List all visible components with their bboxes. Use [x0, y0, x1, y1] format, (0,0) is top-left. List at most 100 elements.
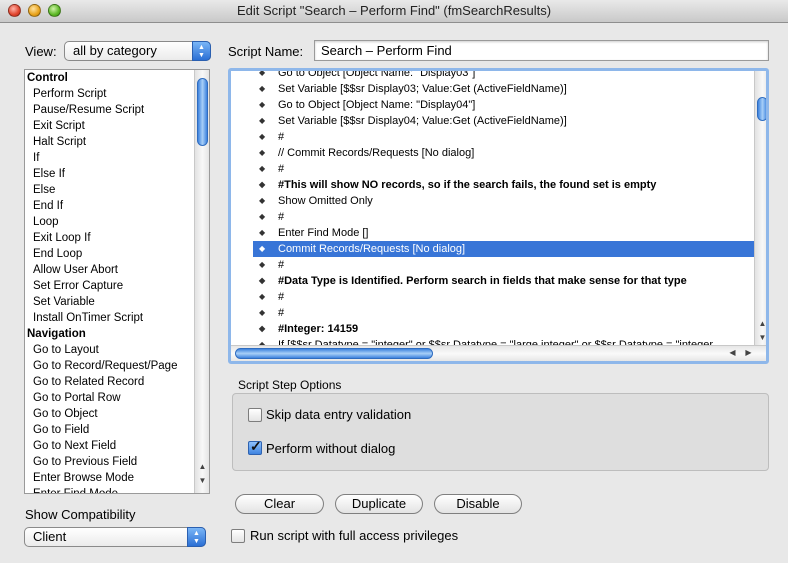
perform-without-dialog-checkbox[interactable]: ✓: [248, 438, 262, 455]
skip-validation-label[interactable]: Skip data entry validation: [266, 407, 411, 422]
scroll-right-icon[interactable]: ▶: [741, 348, 756, 357]
script-line[interactable]: ◆ Set Variable [$$sr Display03; Value:Get…: [253, 81, 754, 97]
script-line[interactable]: ◆ #: [253, 305, 754, 321]
script-name-input[interactable]: Search – Perform Find: [314, 40, 769, 61]
steps-list-scroll-thumb[interactable]: [197, 78, 208, 146]
drag-handle-icon[interactable]: ◆: [259, 71, 265, 81]
step-list-item[interactable]: Perform Script: [25, 86, 209, 102]
step-list-item[interactable]: Enter Browse Mode: [25, 470, 209, 486]
step-list-item[interactable]: Exit Script: [25, 118, 209, 134]
step-list-item[interactable]: Go to Next Field: [25, 438, 209, 454]
script-lines: ◆ Go to Object [Object Name: "Display03"]…: [253, 71, 754, 353]
script-line[interactable]: ◆ #Integer: 14159: [253, 321, 754, 337]
view-popup-value: all by category: [73, 43, 157, 58]
script-line[interactable]: ◆ #This will show NO records, so if the s…: [253, 177, 754, 193]
step-list-item[interactable]: Else: [25, 182, 209, 198]
script-line[interactable]: ◆ Set Variable [$$sr Display04; Value:Get…: [253, 113, 754, 129]
script-line[interactable]: ◆ #: [253, 161, 754, 177]
script-line[interactable]: ◆ #: [253, 209, 754, 225]
scroll-left-icon[interactable]: ◀: [725, 348, 740, 357]
drag-handle-icon[interactable]: ◆: [259, 81, 265, 97]
step-list-item[interactable]: Go to Layout: [25, 342, 209, 358]
drag-handle-icon[interactable]: ◆: [259, 97, 265, 113]
full-access-checkbox[interactable]: [231, 529, 245, 543]
script-line-text: #: [278, 131, 285, 143]
title-bar: Edit Script "Search – Perform Find" (fmS…: [0, 0, 788, 23]
drag-handle-icon[interactable]: ◆: [259, 177, 265, 193]
step-list-item[interactable]: Allow User Abort: [25, 262, 209, 278]
drag-handle-icon[interactable]: ◆: [259, 289, 265, 305]
compatibility-popup[interactable]: Client ▲ ▼: [24, 527, 206, 547]
step-list-item[interactable]: Go to Record/Request/Page: [25, 358, 209, 374]
drag-handle-icon[interactable]: ◆: [259, 209, 265, 225]
scroll-down-icon[interactable]: ▼: [195, 476, 209, 485]
full-access-label[interactable]: Run script with full access privileges: [250, 528, 458, 543]
script-line[interactable]: ◆ #Data Type is Identified. Perform searc…: [253, 273, 754, 289]
step-category[interactable]: Control: [25, 70, 209, 86]
step-list-item[interactable]: Loop: [25, 214, 209, 230]
view-popup[interactable]: all by category ▲ ▼: [64, 41, 211, 61]
script-editor-hscrollbar[interactable]: ◀ ▶: [231, 345, 766, 361]
step-list-item[interactable]: Enter Find Mode: [25, 486, 209, 493]
step-list-item[interactable]: Go to Object: [25, 406, 209, 422]
script-line-text: Set Variable [$$sr Display03; Value:Get …: [278, 83, 567, 95]
scroll-down-icon[interactable]: ▼: [755, 333, 766, 342]
clear-button[interactable]: Clear: [235, 494, 324, 514]
drag-handle-icon[interactable]: ◆: [259, 113, 265, 129]
duplicate-button[interactable]: Duplicate: [335, 494, 423, 514]
script-line[interactable]: ◆ Go to Object [Object Name: "Display03"]: [253, 71, 754, 81]
drag-handle-icon[interactable]: ◆: [259, 305, 265, 321]
step-list-item[interactable]: End If: [25, 198, 209, 214]
script-line-text: Enter Find Mode []: [278, 227, 369, 239]
step-list-item[interactable]: Go to Field: [25, 422, 209, 438]
step-list-item[interactable]: Set Variable: [25, 294, 209, 310]
steps-list-scrollbar[interactable]: ▲ ▼: [194, 70, 209, 493]
script-line-text: // Commit Records/Requests [No dialog]: [278, 147, 475, 159]
script-editor[interactable]: ◆ Go to Object [Object Name: "Display03"]…: [228, 68, 769, 364]
step-list-item[interactable]: Exit Loop If: [25, 230, 209, 246]
script-editor-vscroll-thumb[interactable]: [757, 97, 766, 121]
drag-handle-icon[interactable]: ◆: [259, 273, 265, 289]
script-line[interactable]: ◆ #: [253, 129, 754, 145]
perform-without-dialog-label[interactable]: Perform without dialog: [266, 441, 395, 456]
script-steps-list[interactable]: Control Perform Script Pause/Resume Script…: [24, 69, 210, 494]
skip-validation-checkbox[interactable]: [248, 408, 262, 422]
step-list-item[interactable]: Set Error Capture: [25, 278, 209, 294]
script-line[interactable]: ◆ #: [253, 257, 754, 273]
drag-handle-icon[interactable]: ◆: [259, 321, 265, 337]
popup-arrows-icon: ▲ ▼: [187, 527, 206, 547]
step-list-item[interactable]: Pause/Resume Script: [25, 102, 209, 118]
step-list-item[interactable]: Go to Portal Row: [25, 390, 209, 406]
drag-handle-icon[interactable]: ◆: [259, 257, 265, 273]
script-line-text: #: [278, 211, 285, 223]
scroll-up-icon[interactable]: ▲: [195, 462, 209, 471]
step-list-item[interactable]: If: [25, 150, 209, 166]
script-line-text: Show Omitted Only: [278, 195, 373, 207]
script-line-text: #: [278, 163, 285, 175]
script-line[interactable]: ◆ Enter Find Mode []: [253, 225, 754, 241]
step-list-item[interactable]: Install OnTimer Script: [25, 310, 209, 326]
scroll-up-icon[interactable]: ▲: [755, 319, 766, 328]
script-editor-hscroll-thumb[interactable]: [235, 348, 433, 359]
drag-handle-icon[interactable]: ◆: [259, 129, 265, 145]
script-line-text: Set Variable [$$sr Display04; Value:Get …: [278, 115, 567, 127]
step-list-item[interactable]: Halt Script: [25, 134, 209, 150]
drag-handle-icon[interactable]: ◆: [259, 145, 265, 161]
script-editor-vscrollbar[interactable]: ▲ ▼: [754, 71, 766, 346]
step-list-item[interactable]: Go to Related Record: [25, 374, 209, 390]
disable-button[interactable]: Disable: [434, 494, 522, 514]
drag-handle-icon[interactable]: ◆: [259, 193, 265, 209]
script-line[interactable]: ◆ // Commit Records/Requests [No dialog]: [253, 145, 754, 161]
script-line[interactable]: ◆ Show Omitted Only: [253, 193, 754, 209]
script-line[interactable]: ◆ Commit Records/Requests [No dialog]: [253, 241, 754, 257]
drag-handle-icon[interactable]: ◆: [259, 241, 265, 257]
drag-handle-icon[interactable]: ◆: [259, 161, 265, 177]
script-line[interactable]: ◆ #: [253, 289, 754, 305]
step-list-item[interactable]: End Loop: [25, 246, 209, 262]
step-list-item[interactable]: Go to Previous Field: [25, 454, 209, 470]
step-category[interactable]: Navigation: [25, 326, 209, 342]
step-list-item[interactable]: Else If: [25, 166, 209, 182]
drag-handle-icon[interactable]: ◆: [259, 225, 265, 241]
script-line-text: #: [278, 307, 285, 319]
script-line[interactable]: ◆ Go to Object [Object Name: "Display04"]: [253, 97, 754, 113]
